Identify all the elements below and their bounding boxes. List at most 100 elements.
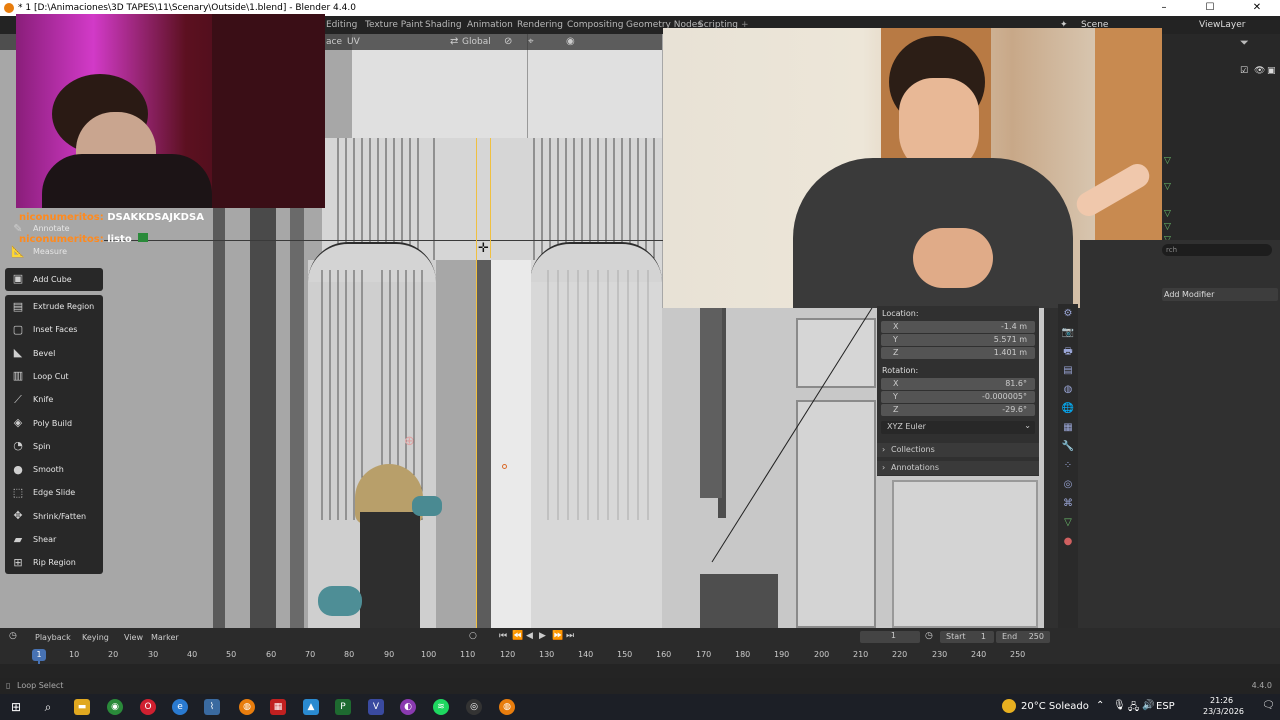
tool-rip-region[interactable]: ⊞ Rip Region xyxy=(5,551,103,574)
mesh-data-icon[interactable]: ▽ xyxy=(1164,156,1171,166)
playback-menu[interactable]: Playback xyxy=(35,633,71,642)
volume-icon[interactable]: 🔊 xyxy=(1142,700,1154,711)
jump-start-icon[interactable]: ⏮ xyxy=(499,631,507,641)
search-icon[interactable]: ⌕ xyxy=(40,699,56,715)
timeline-ruler[interactable]: 1 10 20 30 40 50 60 70 80 90 100 110 120… xyxy=(0,646,1280,678)
app-icon[interactable]: ⌇ xyxy=(204,699,220,715)
record-icon[interactable]: ○ xyxy=(469,631,477,641)
constraints-tab-icon[interactable]: ⌘ xyxy=(1058,494,1078,513)
tool-poly-build[interactable]: ◈ Poly Build xyxy=(5,411,103,434)
app-icon[interactable]: ▦ xyxy=(270,699,286,715)
app-icon[interactable]: ◐ xyxy=(400,699,416,715)
tool-tab-icon[interactable]: ⚙ xyxy=(1058,304,1078,323)
tool-edge-slide[interactable]: ⬚ Edge Slide xyxy=(5,481,103,504)
tab-compositing[interactable]: Compositing xyxy=(567,20,623,30)
mesh-data-icon[interactable]: ▽ xyxy=(1164,182,1171,192)
photos-icon[interactable]: ▲ xyxy=(303,699,319,715)
proportional-edit-icon[interactable]: ◉ xyxy=(566,36,575,47)
tool-smooth[interactable]: ● Smooth xyxy=(5,458,103,481)
modifier-tab-icon[interactable]: 🔧 xyxy=(1058,437,1078,456)
data-tab-icon[interactable]: ▽ xyxy=(1058,513,1078,532)
face-menu[interactable]: ace xyxy=(326,37,342,47)
world-tab-icon[interactable]: 🌐 xyxy=(1058,399,1078,418)
end-frame-field[interactable]: End 250 xyxy=(996,631,1050,643)
clock-time[interactable]: 21:26 xyxy=(1210,696,1233,705)
tool-shrink-fatten[interactable]: ✥ Shrink/Fatten xyxy=(5,505,103,528)
clock-date[interactable]: 23/3/2026 xyxy=(1203,707,1244,716)
scene-tab-icon[interactable]: ◍ xyxy=(1058,380,1078,399)
tab-editing[interactable]: Editing xyxy=(326,20,357,30)
frame-indicator[interactable]: 1 xyxy=(32,649,46,661)
uv-menu[interactable]: UV xyxy=(347,37,360,47)
tool-shear[interactable]: ▰ Shear xyxy=(5,528,103,551)
spotify-icon[interactable]: ≋ xyxy=(433,699,449,715)
edge-icon[interactable]: e xyxy=(172,699,188,715)
network-icon[interactable]: 🖧 xyxy=(1128,700,1139,717)
location-y-field[interactable]: Y 5.571 m xyxy=(881,334,1035,346)
add-modifier-button[interactable]: Add Modifier xyxy=(1162,288,1278,301)
marker-menu[interactable]: Marker xyxy=(151,633,179,642)
tool-spin[interactable]: ◔ Spin xyxy=(5,435,103,458)
tool-bevel[interactable]: ◣ Bevel xyxy=(5,341,103,364)
tool-loop-cut[interactable]: ▥ Loop Cut xyxy=(5,365,103,388)
rotation-x-field[interactable]: X 81.6° xyxy=(881,378,1035,390)
notifications-icon[interactable]: 🗨 xyxy=(1262,700,1275,711)
annotations-panel-header[interactable]: › Annotations xyxy=(877,461,1039,475)
timeline-body[interactable] xyxy=(0,664,1280,678)
tab-texture-paint[interactable]: Texture Paint xyxy=(365,20,423,30)
pycharm-icon[interactable]: P xyxy=(335,699,351,715)
opera-icon[interactable]: O xyxy=(140,699,156,715)
object-tab-icon[interactable]: ▦ xyxy=(1058,418,1078,437)
location-x-field[interactable]: X -1.4 m xyxy=(881,321,1035,333)
keying-menu[interactable]: Keying xyxy=(82,633,109,642)
properties-search[interactable]: rch xyxy=(1162,244,1272,256)
minimize-button[interactable]: – xyxy=(1141,0,1187,16)
render-camera-icon[interactable]: ▣ xyxy=(1267,66,1276,76)
tool-add-cube[interactable]: ▣ Add Cube xyxy=(5,268,103,291)
pivot-icon[interactable]: ⊘ xyxy=(504,36,512,47)
file-explorer-icon[interactable]: ▬ xyxy=(74,699,90,715)
tool-measure[interactable]: 📐 Measure xyxy=(5,240,103,263)
snap-icon[interactable]: ⌖ xyxy=(528,36,534,47)
rotation-y-field[interactable]: Y -0.000005° xyxy=(881,391,1035,403)
collections-panel-header[interactable]: › Collections xyxy=(877,443,1039,457)
physics-tab-icon[interactable]: ◎ xyxy=(1058,475,1078,494)
transform-orientation-dropdown[interactable]: Global xyxy=(462,37,491,47)
jump-end-icon[interactable]: ⏭ xyxy=(566,631,574,641)
tab-animation[interactable]: Animation xyxy=(467,20,513,30)
mesh-data-icon[interactable]: ▽ xyxy=(1164,209,1171,219)
rotation-z-field[interactable]: Z -29.6° xyxy=(881,404,1035,416)
chevron-up-icon[interactable]: ⌃ xyxy=(1096,700,1104,711)
play-icon[interactable]: ▶ xyxy=(539,631,546,641)
play-reverse-icon[interactable]: ◀ xyxy=(526,631,533,641)
material-tab-icon[interactable]: ● xyxy=(1058,532,1078,551)
prev-keyframe-icon[interactable]: ⏪ xyxy=(512,631,523,641)
weather-text[interactable]: 20°C Soleado xyxy=(1021,701,1089,712)
language-indicator[interactable]: ESP xyxy=(1156,701,1175,712)
blender-running-icon[interactable]: ◍ xyxy=(499,699,515,715)
tab-rendering[interactable]: Rendering xyxy=(517,20,563,30)
view-menu[interactable]: View xyxy=(124,633,143,642)
maximize-button[interactable]: ☐ xyxy=(1187,0,1233,16)
close-button[interactable]: ✕ xyxy=(1234,0,1280,16)
tab-shading[interactable]: Shading xyxy=(425,20,462,30)
rotation-mode-dropdown[interactable]: XYZ Euler ⌄ xyxy=(881,421,1035,434)
editor-type-icon[interactable]: ◷ xyxy=(9,631,17,641)
checkbox-icon[interactable]: ☑ xyxy=(1240,66,1248,76)
tool-extrude-region[interactable]: ▤ Extrude Region xyxy=(5,295,103,318)
vs-icon[interactable]: V xyxy=(368,699,384,715)
filter-icon[interactable]: ⏷ xyxy=(1240,36,1249,50)
tool-annotate[interactable]: ✎ Annotate xyxy=(5,217,103,240)
blender-icon[interactable]: ◍ xyxy=(239,699,255,715)
current-frame-field[interactable]: 1 xyxy=(860,631,920,643)
microphone-icon[interactable]: 🎙 xyxy=(1113,700,1126,711)
location-z-field[interactable]: Z 1.401 m xyxy=(881,347,1035,359)
selected-edge-loop[interactable] xyxy=(490,138,491,258)
start-frame-field[interactable]: Start 1 xyxy=(940,631,994,643)
mesh-data-icon[interactable]: ▽ xyxy=(1164,222,1171,232)
view-layer-name[interactable]: ViewLayer xyxy=(1199,20,1245,30)
chrome-icon[interactable]: ◉ xyxy=(107,699,123,715)
windows-start-icon[interactable]: ⊞ xyxy=(8,699,24,715)
render-tab-icon[interactable]: 📷 xyxy=(1058,323,1078,342)
selected-edge-loop[interactable] xyxy=(476,138,477,628)
